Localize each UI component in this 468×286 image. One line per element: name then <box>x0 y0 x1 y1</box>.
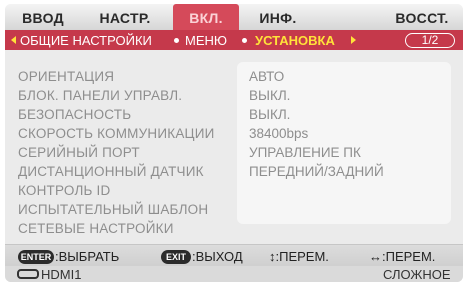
tab-reset[interactable]: ВОССТ. <box>385 4 459 30</box>
exit-key-icon: EXIT <box>161 250 191 264</box>
setting-label-control-id[interactable]: КОНТРОЛЬ ID <box>18 183 110 200</box>
projector-menu: ВВОД НАСТР. ВКЛ. ИНФ. ВОССТ. ОБЩИЕ НАСТР… <box>5 4 463 282</box>
breadcrumb-installation[interactable]: УСТАНОВКА <box>255 30 335 50</box>
help-exit: :ВЫХОД <box>192 249 243 264</box>
help-bar: ENTER :ВЫБРАТЬ EXIT :ВЫХОД ↕:ПЕРЕМ. ↔:ПЕ… <box>5 244 463 267</box>
top-menu-tabs: ВВОД НАСТР. ВКЛ. ИНФ. ВОССТ. <box>5 4 463 30</box>
setting-label-remote-sensor[interactable]: ДИСТАНЦИОННЫЙ ДАТЧИК <box>18 164 204 181</box>
breadcrumb-general-settings[interactable]: ОБЩИЕ НАСТРОЙКИ <box>20 30 152 50</box>
setting-value-remote-sensor[interactable]: ПЕРЕДНИЙ/ЗАДНИЙ <box>249 164 384 181</box>
setting-value-control-panel-lock[interactable]: ВЫКЛ. <box>249 88 290 105</box>
setting-label-communication-speed[interactable]: СКОРОСТЬ КОММУНИКАЦИИ <box>18 126 215 143</box>
menu-mode: СЛОЖНОЕ <box>383 267 451 282</box>
setting-value-security[interactable]: ВЫКЛ. <box>249 107 290 124</box>
setting-label-test-pattern[interactable]: ИСПЫТАТЕЛЬНЫЙ ШАБЛОН <box>18 202 208 219</box>
input-source: HDMI1 <box>41 267 82 282</box>
separator-dot-icon <box>242 38 247 43</box>
setting-label-control-panel-lock[interactable]: БЛОК. ПАНЕЛИ УПРАВЛ. <box>18 88 182 105</box>
tab-on[interactable]: ВКЛ. <box>173 4 239 30</box>
arrow-left-icon[interactable] <box>11 36 16 44</box>
setting-value-communication-speed[interactable]: 38400bps <box>249 126 308 143</box>
tab-info[interactable]: ИНФ. <box>245 4 311 30</box>
status-bar: HDMI1 СЛОЖНОЕ <box>5 266 463 282</box>
setting-value-orientation[interactable]: АВТО <box>249 69 284 86</box>
setting-value-serial-port[interactable]: УПРАВЛЕНИЕ ПК <box>249 145 361 162</box>
help-move-horizontal: ↔:ПЕРЕМ. <box>369 249 436 264</box>
settings-panel: ОРИЕНТАЦИЯ АВТО БЛОК. ПАНЕЛИ УПРАВЛ. ВЫК… <box>5 50 463 244</box>
setting-label-orientation[interactable]: ОРИЕНТАЦИЯ <box>18 69 114 86</box>
help-select: :ВЫБРАТЬ <box>55 249 120 264</box>
setting-label-security[interactable]: БЕЗОПАСНОСТЬ <box>18 107 131 124</box>
tab-setup[interactable]: НАСТР. <box>83 4 167 30</box>
hdmi-connector-icon <box>17 269 39 279</box>
tab-input[interactable]: ВВОД <box>11 4 75 30</box>
separator-dot-icon <box>174 38 179 43</box>
setting-label-serial-port[interactable]: СЕРИЙНЫЙ ПОРТ <box>18 145 140 162</box>
enter-key-icon: ENTER <box>18 250 54 264</box>
arrow-right-icon[interactable] <box>351 36 356 44</box>
breadcrumb-menu[interactable]: МЕНЮ <box>185 30 227 50</box>
page-indicator: 1/2 <box>405 33 455 48</box>
values-panel <box>237 62 451 224</box>
breadcrumb: ОБЩИЕ НАСТРОЙКИ МЕНЮ УСТАНОВКА 1/2 <box>5 30 463 50</box>
setting-label-network-settings[interactable]: СЕТЕВЫЕ НАСТРОЙКИ <box>18 221 174 238</box>
help-move-vertical: ↕:ПЕРЕМ. <box>269 249 329 264</box>
